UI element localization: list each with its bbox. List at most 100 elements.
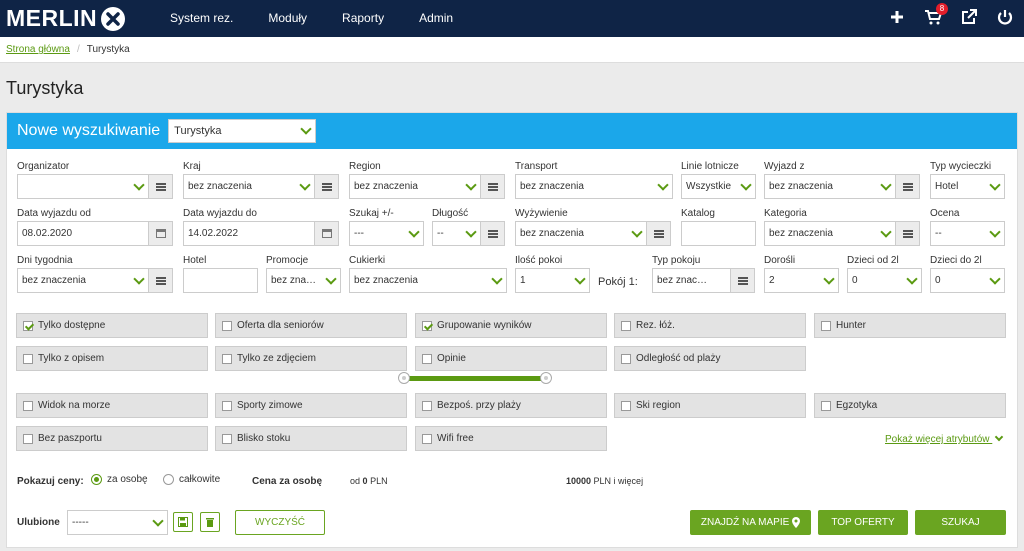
label-dzieci-od: Dzieci od 2l [847,255,899,266]
wyjazd-z-select[interactable]: bez znaczenia [764,174,896,199]
kategoria-list-button[interactable] [896,221,920,246]
data-do-input[interactable]: 14.02.2022 [183,221,315,246]
kategoria-select[interactable]: bez znaczenia [764,221,896,246]
attr-grupowanie-wynikow[interactable]: Grupowanie wyników [415,313,607,338]
typ-pokoju-list-button[interactable] [731,268,755,293]
logo[interactable]: MERLIN [6,5,126,31]
attr-egzotyka[interactable]: Egzotyka [814,393,1006,418]
organizator-list-button[interactable] [149,174,173,199]
top-offers-button[interactable]: TOP OFERTY [818,510,908,535]
dni-tygodnia-select[interactable]: bez znaczenia [17,268,149,293]
attr-label: Blisko stoku [237,433,291,444]
wyjazd-z-list-button[interactable] [896,174,920,199]
wyzywienie-select[interactable]: bez znaczenia [515,221,647,246]
menu-raporty[interactable]: Raporty [342,0,384,37]
attr-sporty-zimowe[interactable]: Sporty zimowe [215,393,407,418]
attr-tylko-ze-zdjeciem[interactable]: Tylko ze zdjęciem [215,346,407,371]
wyzywienie-list-button[interactable] [647,221,671,246]
favorites-value: ----- [72,517,89,528]
price-range-slider[interactable] [398,372,552,384]
attr-hunter[interactable]: Hunter [814,313,1006,338]
calendar-icon [321,229,332,238]
chevron-down-icon [491,272,503,285]
attr-opinie[interactable]: Opinie [415,346,607,371]
organizator-select[interactable] [17,174,149,199]
attr-oferta-seniorow[interactable]: Oferta dla seniorów [215,313,407,338]
clear-button[interactable]: WYCZYŚĆ [235,510,325,535]
attr-rez-loz[interactable]: Rez. łóż. [614,313,806,338]
dni-tygodnia-list-button[interactable] [149,268,173,293]
delete-favorite-button[interactable] [200,512,220,532]
kraj-select[interactable]: bez znaczenia [183,174,315,199]
label-ilosc-pokoi: Ilość pokoi [515,255,563,266]
dorosli-select[interactable]: 2 [764,268,839,293]
cukierki-select[interactable]: bez znaczenia [349,268,507,293]
price-per-person-radio[interactable]: za osobę [91,474,148,485]
logo-x-icon [101,6,126,31]
typ-wycieczki-select[interactable]: Hotel [930,174,1005,199]
power-icon[interactable] [996,8,1014,26]
slider-min-handle[interactable] [398,372,410,384]
chevron-down-icon [631,225,643,238]
attr-odleglosc-od-plazy[interactable]: Odległość od plaży [614,346,806,371]
find-on-map-button[interactable]: ZNAJDŹ NA MAPIE [690,510,811,535]
promocje-select[interactable]: bez znaczenia [266,268,341,293]
data-od-calendar-button[interactable] [149,221,173,246]
dlugosc-list-button[interactable] [481,221,505,246]
ocena-select[interactable]: -- [930,221,1005,246]
attr-wifi-free[interactable]: Wifi free [415,426,607,451]
radio-checked [91,474,102,485]
external-link-icon[interactable] [960,8,978,26]
show-more-attributes-link[interactable]: Pokaż więcej atrybutów [885,432,1006,445]
transport-select[interactable]: bez znaczenia [515,174,673,199]
radio [163,474,174,485]
data-od-input[interactable]: 08.02.2020 [17,221,149,246]
attr-blisko-stoku[interactable]: Blisko stoku [215,426,407,451]
label-kategoria: Kategoria [764,208,807,219]
attr-bez-paszportu[interactable]: Bez paszportu [16,426,208,451]
linie-lotnicze-select[interactable]: Wszystkie [681,174,756,199]
menu-moduly[interactable]: Moduły [268,0,307,37]
attr-label: Odległość od plaży [636,353,721,364]
dlugosc-select[interactable]: -- [432,221,481,246]
price-total-radio[interactable]: całkowite [163,474,220,485]
breadcrumb-home-link[interactable]: Strona główna [6,44,70,55]
search-button[interactable]: SZUKAJ [915,510,1006,535]
attr-bezpos-przy-plazy[interactable]: Bezpoś. przy plaży [415,393,607,418]
region-select[interactable]: bez znaczenia [349,174,481,199]
cart-button[interactable]: 8 [924,3,948,26]
chevron-down-icon [133,272,145,285]
typ-pokoju-value: bez znaczenia [657,275,708,286]
plus-icon[interactable] [888,8,906,26]
menu-admin[interactable]: Admin [419,0,453,37]
slider-max-handle[interactable] [540,372,552,384]
attr-tylko-dostepne[interactable]: Tylko dostępne [16,313,208,338]
dzieci-od-select[interactable]: 0 [847,268,922,293]
typ-pokoju-select[interactable]: bez znaczenia [652,268,731,293]
katalog-input[interactable] [681,221,756,246]
region-list-button[interactable] [481,174,505,199]
attr-ski-region[interactable]: Ski region [614,393,806,418]
szukaj-select[interactable]: --- [349,221,424,246]
top-navbar: MERLIN System rez. Moduły Raporty Admin … [0,0,1024,37]
label-typ-pokoju: Typ pokoju [652,255,701,266]
kategoria-value: bez znaczenia [769,228,833,239]
checkbox [23,400,33,411]
chevron-down-icon [133,178,145,191]
ilosc-pokoi-select[interactable]: 1 [515,268,590,293]
dzieci-do-select[interactable]: 0 [930,268,1005,293]
attr-tylko-z-opisem[interactable]: Tylko z opisem [16,346,208,371]
attr-widok-na-morze[interactable]: Widok na morze [16,393,208,418]
kraj-list-button[interactable] [315,174,339,199]
hotel-input[interactable] [183,268,258,293]
label-data-do: Data wyjazdu do [183,208,257,219]
menu-system-rez[interactable]: System rez. [170,0,233,37]
favorites-select[interactable]: ----- [67,510,168,535]
label-dorosli: Dorośli [764,255,796,266]
search-type-select[interactable]: Turystyka [168,119,317,143]
data-do-calendar-button[interactable] [315,221,339,246]
price-per-person-heading: Cena za osobę [252,476,323,487]
save-favorite-button[interactable] [173,512,193,532]
list-icon [321,182,332,191]
chevron-down-icon [989,178,1001,191]
